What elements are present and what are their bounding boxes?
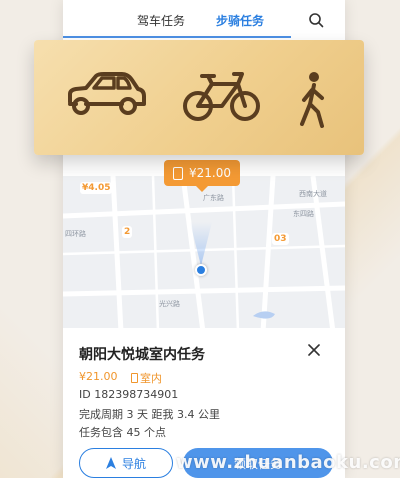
task-price: ¥21.00 [79, 370, 118, 383]
price-pin-value: ¥21.00 [189, 166, 231, 180]
street-label: 广东路 [203, 193, 224, 202]
task-cycle-distance: 完成周期 3 天 距我 3.4 公里 [79, 408, 220, 421]
map-price-pin-small[interactable]: 03 [272, 233, 289, 245]
navigate-button-label: 导航 [121, 456, 146, 471]
street-label: 四环路 [65, 229, 86, 238]
task-type-banner [34, 40, 364, 155]
tag-icon [131, 373, 138, 383]
map-price-pin[interactable]: ¥21.00 [164, 160, 240, 192]
current-location-dot [195, 264, 207, 276]
street-label: 光兴路 [159, 299, 180, 308]
map-price-pin-small[interactable]: 2 [122, 226, 133, 238]
tab-bar: 驾车任务 步骑任务 [63, 0, 345, 40]
tab-walk-cycle-tasks[interactable]: 步骑任务 [216, 12, 264, 29]
car-icon [68, 72, 146, 115]
task-title: 朝阳大悦城室内任务 [79, 347, 205, 363]
tag-icon [173, 166, 183, 180]
watermark: www.zhuanbaoku.com [176, 452, 400, 473]
search-icon[interactable] [308, 12, 324, 28]
navigate-button[interactable]: 导航 [79, 448, 173, 478]
task-tag: 室内 [131, 370, 162, 386]
walking-person-icon [300, 72, 324, 128]
tab-driving-tasks[interactable]: 驾车任务 [137, 12, 185, 29]
task-tag-label: 室内 [140, 372, 162, 385]
navigation-arrow-icon [105, 457, 116, 469]
task-points: 任务包含 45 个点 [79, 426, 166, 439]
close-icon[interactable] [308, 344, 320, 356]
bicycle-icon [183, 72, 260, 121]
tab-underline [63, 36, 291, 38]
map-price-pin-small[interactable]: ¥4.05 [80, 182, 113, 194]
task-id: ID 182398734901 [79, 388, 179, 401]
street-label: 西南大道 [299, 189, 327, 198]
street-label: 东四路 [293, 209, 314, 218]
